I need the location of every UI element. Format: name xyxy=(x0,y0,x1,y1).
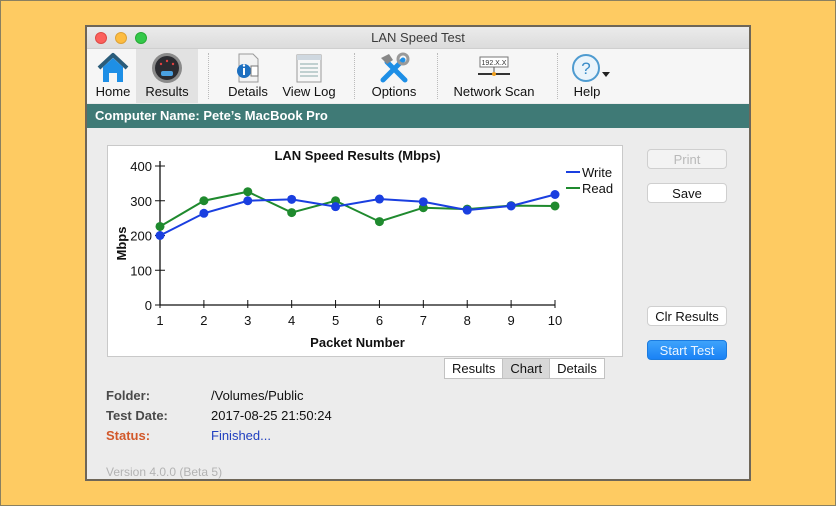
window-title: LAN Speed Test xyxy=(371,30,465,45)
x-tick-label: 9 xyxy=(507,313,514,328)
data-point-write xyxy=(550,189,560,199)
print-button[interactable]: Print xyxy=(647,149,727,169)
folder-label: Folder: xyxy=(106,388,151,403)
x-tick-label: 6 xyxy=(376,313,383,328)
data-point-write xyxy=(199,208,209,218)
x-tick-label: 2 xyxy=(200,313,207,328)
data-point-write xyxy=(374,194,384,204)
computer-name-bar: Computer Name: Pete’s MacBook Pro xyxy=(87,104,749,128)
y-tick-label: 300 xyxy=(130,194,152,209)
legend-label: Read xyxy=(582,181,613,196)
legend-label: Write xyxy=(582,165,612,180)
help-icon: ? xyxy=(572,54,600,82)
home-icon xyxy=(97,53,129,82)
chart-panel: LAN Speed Results (Mbps) 0 100 200 300 400 1 2 3… xyxy=(107,145,623,357)
save-button[interactable]: Save xyxy=(647,183,727,203)
data-point-read xyxy=(243,187,253,197)
x-tick-label: 10 xyxy=(548,313,562,328)
test-date-label: Test Date: xyxy=(106,408,168,423)
data-point-write xyxy=(243,196,253,206)
title-bar: LAN Speed Test xyxy=(87,27,749,49)
toolbar-network-scan[interactable]: 192.X.X Network Scan xyxy=(449,49,539,103)
toolbar: Home Results Details View Log Options 19… xyxy=(87,49,749,103)
start-test-button[interactable]: Start Test xyxy=(647,340,727,360)
series-line-write xyxy=(159,193,556,237)
data-point-read xyxy=(155,221,165,231)
x-tick-label: 3 xyxy=(244,313,251,328)
tab-details[interactable]: Details xyxy=(549,359,604,378)
data-point-write xyxy=(462,205,472,215)
data-point-read xyxy=(374,217,384,227)
toolbar-options[interactable]: Options xyxy=(367,49,421,103)
tools-icon xyxy=(380,52,410,83)
toolbar-separator xyxy=(354,53,355,99)
toolbar-results[interactable]: Results xyxy=(136,49,198,103)
y-tick-label: 0 xyxy=(145,298,152,313)
toolbar-separator xyxy=(208,53,209,99)
y-tick-label: 400 xyxy=(130,159,152,174)
toolbar-view-log[interactable]: View Log xyxy=(279,49,339,103)
log-icon xyxy=(296,54,322,83)
help-dropdown-icon[interactable] xyxy=(602,72,610,78)
zoom-window-button[interactable] xyxy=(135,32,147,44)
x-tick-label: 8 xyxy=(464,313,471,328)
data-point-write xyxy=(506,201,516,211)
x-tick-label: 5 xyxy=(332,313,339,328)
svg-text:192.X.X: 192.X.X xyxy=(482,60,507,67)
toolbar-separator xyxy=(437,53,438,99)
chart-title: LAN Speed Results (Mbps) xyxy=(274,148,440,163)
version-label: Version 4.0.0 (Beta 5) xyxy=(106,465,223,479)
speedometer-icon xyxy=(152,53,182,83)
data-point-write xyxy=(418,197,428,207)
tab-chart[interactable]: Chart xyxy=(502,359,550,378)
toolbar-home[interactable]: Home xyxy=(93,49,133,103)
network-scan-icon: 192.X.X xyxy=(478,56,510,76)
close-window-button[interactable] xyxy=(95,32,107,44)
tab-results[interactable]: Results xyxy=(445,359,502,378)
data-point-write xyxy=(155,231,165,240)
clear-results-button[interactable]: Clr Results xyxy=(647,306,727,326)
data-point-read xyxy=(199,196,209,206)
toolbar-details[interactable]: Details xyxy=(222,49,274,103)
status-value: Finished... xyxy=(211,428,271,443)
x-axis-label: Packet Number xyxy=(310,335,405,350)
speed-chart: LAN Speed Results (Mbps) 0 100 200 300 400 1 2 3… xyxy=(114,148,613,350)
x-tick-label: 7 xyxy=(420,313,427,328)
folder-value: /Volumes/Public xyxy=(211,388,304,403)
minimize-window-button[interactable] xyxy=(115,32,127,44)
view-tabs: Results Chart Details xyxy=(444,358,605,379)
toolbar-separator xyxy=(557,53,558,99)
status-label: Status: xyxy=(106,428,151,443)
svg-text:?: ? xyxy=(581,59,590,78)
x-tick-label: 1 xyxy=(156,313,163,328)
x-tick-label: 4 xyxy=(288,313,295,328)
data-point-read xyxy=(287,208,297,218)
data-point-read xyxy=(550,201,560,211)
y-tick-label: 200 xyxy=(130,229,152,244)
app-window: LAN Speed Test Home Results Details View… xyxy=(85,25,751,481)
details-icon xyxy=(237,53,259,83)
data-point-write xyxy=(287,194,297,204)
y-tick-label: 100 xyxy=(130,263,152,278)
y-axis-label: Mbps xyxy=(114,227,129,261)
test-date-value: 2017-08-25 21:50:24 xyxy=(211,408,332,423)
data-point-write xyxy=(331,202,341,212)
